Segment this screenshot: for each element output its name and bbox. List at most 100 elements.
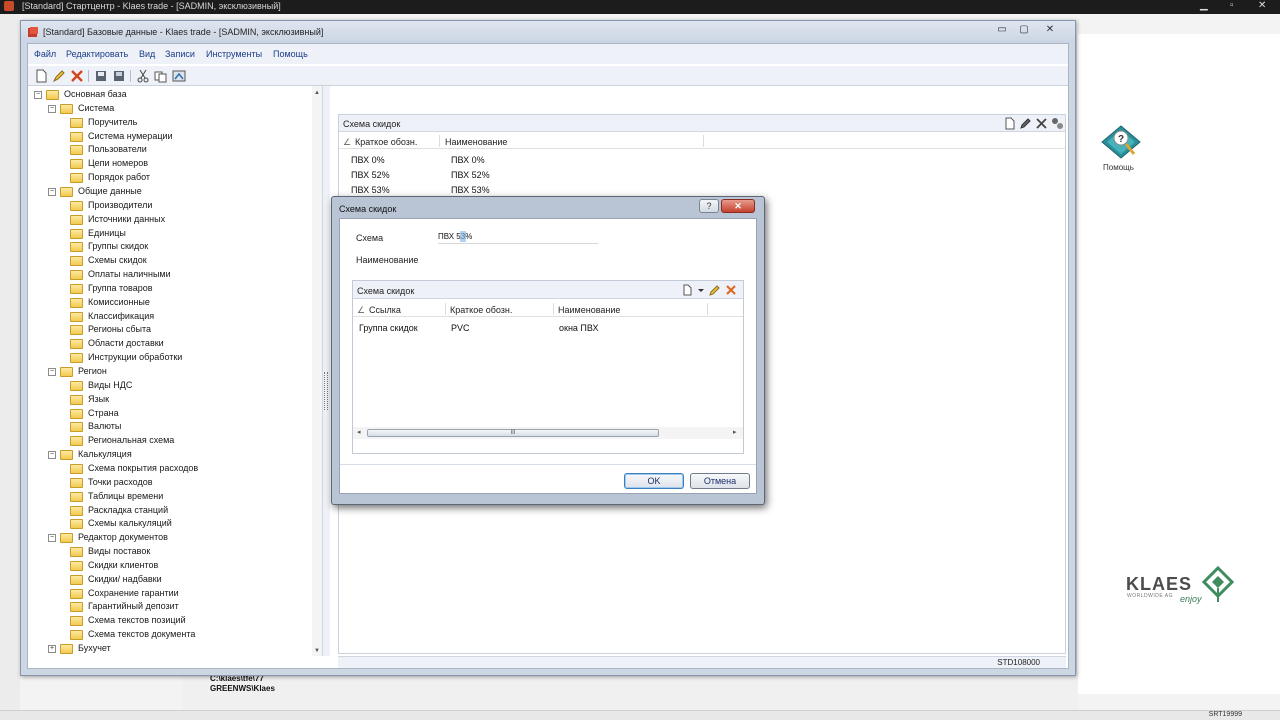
folder-icon	[60, 644, 73, 654]
menu-file[interactable]: Файл	[34, 49, 56, 59]
tree-expander-icon[interactable]: −	[48, 187, 56, 196]
tree-expander-icon[interactable]: −	[34, 91, 42, 99]
status-code: STD108000	[997, 658, 1040, 667]
menu-records[interactable]: Записи	[165, 49, 195, 59]
cancel-button[interactable]: Отмена	[690, 473, 750, 489]
cut-icon[interactable]	[136, 69, 150, 83]
menu-view[interactable]: Вид	[139, 49, 155, 59]
panel-splitter[interactable]	[322, 86, 330, 656]
subgrid-new-icon[interactable]	[681, 284, 693, 296]
subgrid-column-headers: ∠ Ссылка Краткое обозн. Наименование	[353, 301, 743, 317]
folder-icon	[70, 422, 83, 433]
tree-item-label: Схемы скидок	[88, 255, 147, 266]
menu-tools[interactable]: Инструменты	[206, 49, 262, 59]
folder-icon	[70, 491, 83, 502]
delete-record-icon[interactable]	[1035, 117, 1048, 130]
folder-icon	[70, 256, 83, 267]
background-minimize-button[interactable]: ▁	[1200, 0, 1208, 12]
copy-icon[interactable]	[154, 69, 168, 83]
scroll-right-arrow-icon[interactable]: ▸	[733, 428, 737, 436]
menu-help[interactable]: Помощь	[273, 49, 308, 59]
column-header-name[interactable]: Наименование	[445, 137, 507, 147]
menu-bar: Файл Редактировать Вид Записи Инструмент…	[28, 44, 1068, 64]
scroll-left-arrow-icon[interactable]: ◂	[357, 428, 361, 436]
tree-item-label: Общие данные	[78, 185, 142, 196]
tree-item-label: Группы скидок	[88, 241, 149, 252]
new-icon[interactable]	[34, 69, 48, 83]
tree-item-label: Скидки клиентов	[88, 559, 159, 570]
scroll-up-arrow-icon[interactable]: ▲	[314, 90, 320, 96]
tree-item-label: Виды поставок	[88, 546, 151, 557]
close-button[interactable]: ✕	[1039, 23, 1061, 37]
text-selection-cursor	[460, 231, 466, 242]
table-row[interactable]: Группа скидок PVC окна ПВХ	[353, 321, 743, 335]
minimize-button[interactable]: ▭	[991, 23, 1013, 37]
column-header-short[interactable]: Краткое обозн.	[450, 305, 512, 315]
table-row[interactable]: ПВХ 53% ПВХ 53%	[339, 183, 1065, 197]
save-icon[interactable]	[94, 69, 108, 83]
tree-item-label: Оплаты наличными	[88, 269, 171, 280]
background-maximize-button[interactable]: ▫	[1230, 0, 1234, 12]
window-titlebar[interactable]: [Standard] Базовые данные - Klaes trade …	[21, 21, 1075, 43]
tree-item-label: Поручитель	[88, 116, 138, 127]
column-divider[interactable]	[707, 303, 708, 315]
tree-item-label: Редактор документов	[78, 532, 168, 543]
column-header-link[interactable]: Ссылка	[369, 305, 401, 315]
svg-text:?: ?	[1118, 134, 1124, 145]
subgrid-edit-icon[interactable]	[709, 284, 721, 296]
column-divider[interactable]	[439, 135, 440, 147]
delete-icon[interactable]	[70, 69, 84, 83]
tree-item-label: Скидки/ надбавки	[88, 573, 162, 584]
panel-header: Схема скидок	[339, 115, 1065, 132]
tree-expander-icon[interactable]: −	[48, 104, 56, 113]
dialog-close-button[interactable]: ✕	[721, 199, 755, 213]
scroll-thumb[interactable]: III	[367, 429, 659, 437]
help-label[interactable]: Помощь	[1103, 163, 1134, 172]
tree-item-label: Сохранение гарантии	[88, 587, 179, 598]
cell-short-name: ПВХ 0%	[351, 155, 385, 165]
dialog-help-button[interactable]: ?	[699, 199, 719, 213]
settings-icon[interactable]	[1051, 117, 1064, 130]
import-icon[interactable]	[172, 69, 186, 83]
column-divider[interactable]	[445, 303, 446, 315]
help-icon[interactable]: ?	[1100, 124, 1142, 160]
panel-title: Схема скидок	[343, 119, 401, 129]
subgrid-delete-icon[interactable]	[725, 284, 737, 296]
save-all-icon[interactable]	[112, 69, 126, 83]
tree-expander-icon[interactable]: +	[48, 645, 56, 653]
tree-item-label: Таблицы времени	[88, 490, 164, 501]
app-icon	[4, 1, 14, 11]
tree-item-label: Страна	[88, 407, 119, 418]
table-row[interactable]: ПВХ 52% ПВХ 52%	[339, 168, 1065, 182]
tree-item-label: Цепи номеров	[88, 158, 149, 169]
menu-edit[interactable]: Редактировать	[66, 49, 128, 59]
ok-button[interactable]: OK	[624, 473, 684, 489]
table-row[interactable]: ПВХ 0% ПВХ 0%	[339, 153, 1065, 167]
edit-record-icon[interactable]	[1019, 117, 1032, 130]
maximize-button[interactable]: ▢	[1013, 23, 1035, 37]
background-bottom-area	[182, 672, 1078, 712]
scroll-down-arrow-icon[interactable]: ▼	[314, 648, 320, 654]
subgrid-horizontal-scrollbar[interactable]: ◂ III ▸	[353, 427, 743, 439]
column-header-short[interactable]: Краткое обозн.	[355, 137, 417, 147]
tree-item-label: Единицы	[88, 227, 126, 238]
background-status-code: SRT19999	[1208, 711, 1242, 718]
new-record-icon[interactable]	[1003, 117, 1016, 130]
tree-expander-icon[interactable]: −	[48, 368, 56, 376]
tree-scrollbar[interactable]: ▲ ▼	[312, 86, 322, 656]
column-divider[interactable]	[553, 303, 554, 315]
subgrid-dropdown-icon[interactable]	[695, 284, 707, 296]
folder-icon	[70, 325, 83, 336]
splitter-grip[interactable]	[324, 372, 328, 410]
cell-name: ПВХ 52%	[451, 170, 490, 180]
column-divider[interactable]	[703, 135, 704, 147]
tree-expander-icon[interactable]: −	[48, 451, 56, 460]
tree-item-label: Калькуляция	[78, 449, 132, 460]
discount-schema-dialog: Схема скидок ? ✕ Схема Наименование Схем…	[331, 196, 765, 505]
tree-item-label: Порядок работ	[88, 172, 151, 183]
folder-icon	[70, 574, 83, 585]
edit-icon[interactable]	[52, 69, 66, 83]
column-header-name[interactable]: Наименование	[558, 305, 620, 315]
background-close-button[interactable]: ✕	[1258, 0, 1266, 12]
tree-expander-icon[interactable]: −	[48, 534, 56, 543]
